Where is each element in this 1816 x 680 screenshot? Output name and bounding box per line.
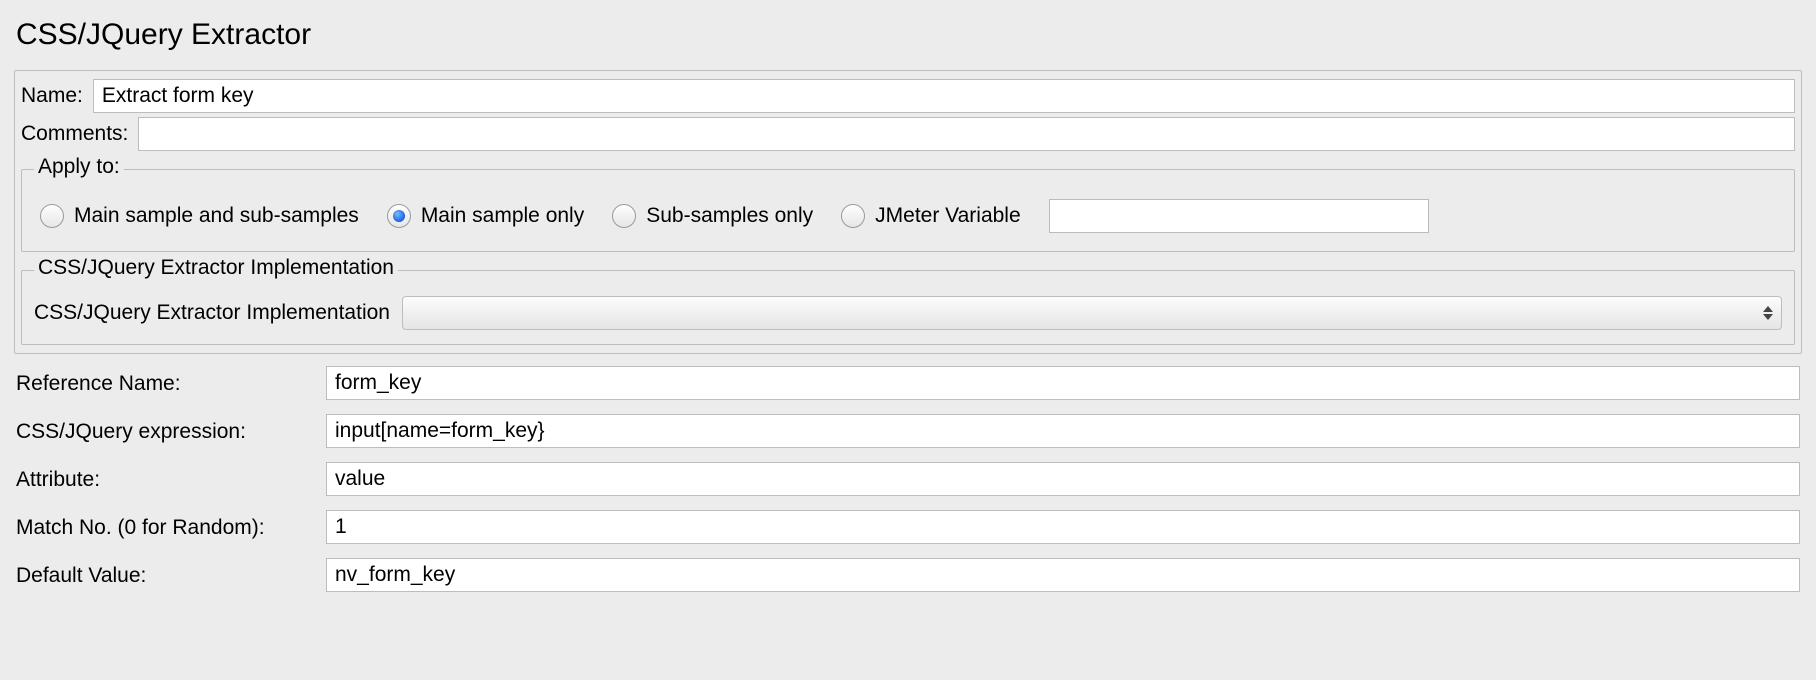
reference-name-label: Reference Name: [16, 370, 316, 396]
radio-icon [841, 204, 865, 228]
match-no-input[interactable] [326, 510, 1800, 544]
default-value-input[interactable] [326, 558, 1800, 592]
attribute-label: Attribute: [16, 466, 316, 492]
radio-main-only[interactable]: Main sample only [387, 204, 584, 228]
extractor-panel: CSS/JQuery Extractor Name: Comments: App… [0, 0, 1816, 612]
radio-icon [387, 204, 411, 228]
default-value-label: Default Value: [16, 562, 316, 588]
fields-grid: Reference Name: CSS/JQuery expression: A… [14, 366, 1802, 592]
implementation-fieldset: CSS/JQuery Extractor Implementation CSS/… [21, 258, 1795, 345]
radio-main-and-sub[interactable]: Main sample and sub-samples [40, 204, 359, 228]
apply-to-options: Main sample and sub-samples Main sample … [34, 195, 1782, 237]
comments-label: Comments: [21, 122, 128, 146]
jmeter-variable-input[interactable] [1049, 199, 1429, 233]
radio-label: Sub-samples only [646, 204, 813, 228]
apply-to-fieldset: Apply to: Main sample and sub-samples Ma… [21, 157, 1795, 252]
expression-label: CSS/JQuery expression: [16, 418, 316, 444]
radio-sub-only[interactable]: Sub-samples only [612, 204, 813, 228]
radio-icon [40, 204, 64, 228]
radio-label: Main sample and sub-samples [74, 204, 359, 228]
implementation-select[interactable] [402, 296, 1782, 330]
name-label: Name: [21, 84, 83, 108]
radio-label: Main sample only [421, 204, 584, 228]
name-input[interactable] [93, 79, 1795, 113]
chevron-up-down-icon [1763, 306, 1773, 320]
radio-jmeter-variable[interactable]: JMeter Variable [841, 204, 1021, 228]
reference-name-input[interactable] [326, 366, 1800, 400]
comments-input[interactable] [138, 117, 1795, 151]
implementation-label: CSS/JQuery Extractor Implementation [34, 301, 390, 325]
apply-to-legend: Apply to: [34, 155, 124, 179]
panel-title: CSS/JQuery Extractor [16, 18, 1802, 52]
implementation-legend: CSS/JQuery Extractor Implementation [34, 256, 398, 280]
header-box: Name: Comments: Apply to: Main sample an… [14, 70, 1802, 354]
attribute-input[interactable] [326, 462, 1800, 496]
match-no-label: Match No. (0 for Random): [16, 514, 316, 540]
radio-icon [612, 204, 636, 228]
radio-label: JMeter Variable [875, 204, 1021, 228]
expression-input[interactable] [326, 414, 1800, 448]
